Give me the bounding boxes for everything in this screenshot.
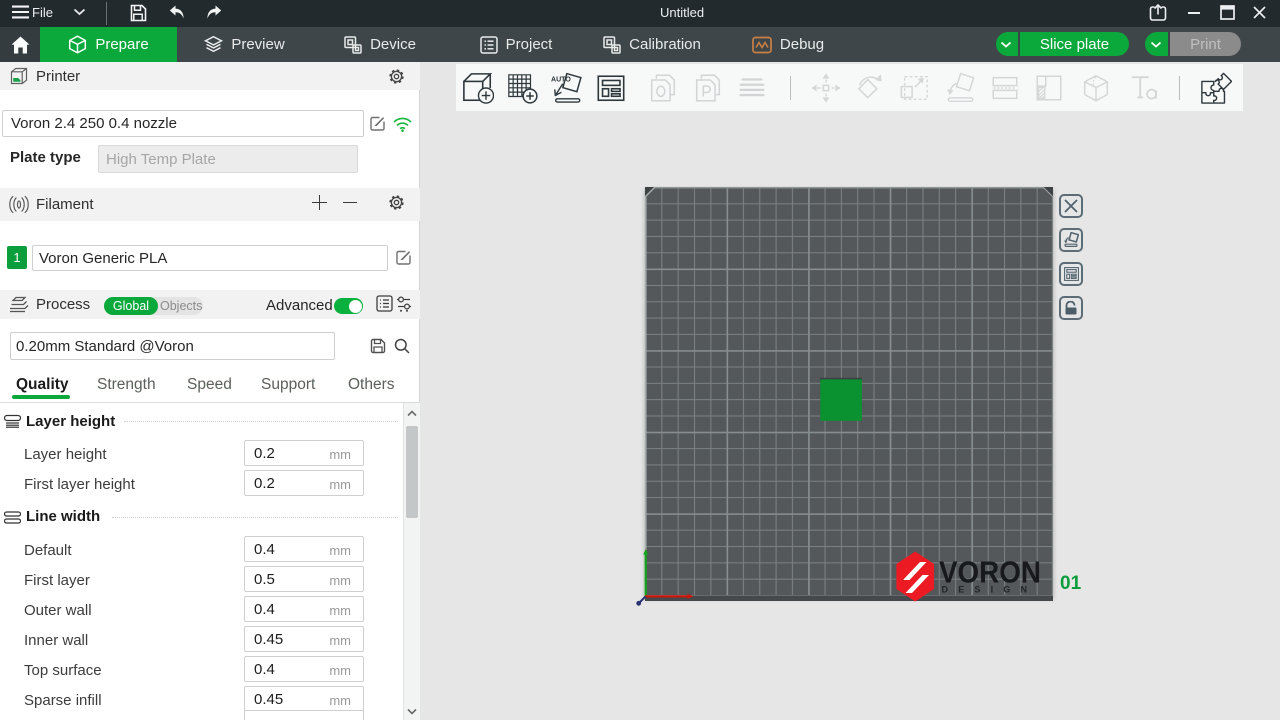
svg-text:DESIGN: DESIGN: [942, 585, 1038, 595]
svg-text:AUTO: AUTO: [551, 76, 571, 83]
